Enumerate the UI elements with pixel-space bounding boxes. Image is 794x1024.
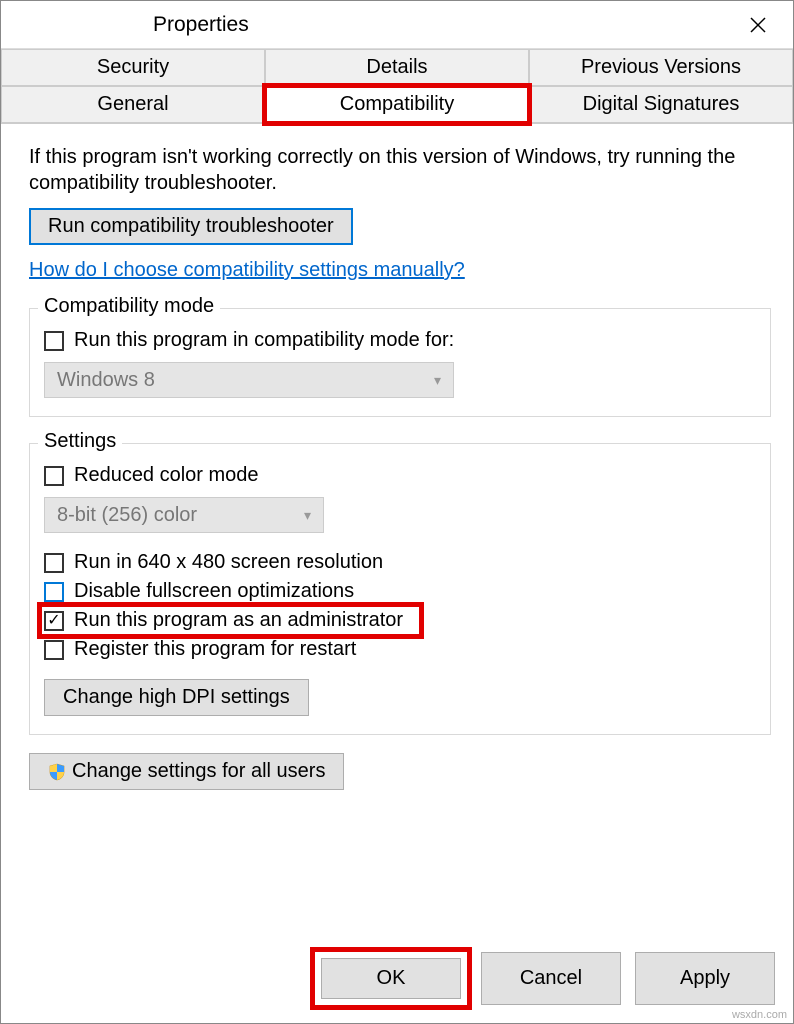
ok-button[interactable]: OK — [321, 958, 461, 999]
disable-fullscreen-label: Disable fullscreen optimizations — [74, 580, 354, 603]
apply-button[interactable]: Apply — [635, 952, 775, 1005]
settings-legend: Settings — [38, 430, 122, 453]
settings-group: Settings Reduced color mode 8-bit (256) … — [29, 443, 771, 735]
tab-details[interactable]: Details — [265, 49, 529, 86]
res-640-checkbox[interactable] — [44, 553, 64, 573]
ok-highlight: OK — [315, 952, 467, 1005]
dialog-footer: OK Cancel Apply — [315, 952, 775, 1005]
color-depth-value: 8-bit (256) color — [57, 504, 197, 527]
chevron-down-icon: ▾ — [434, 372, 441, 389]
close-button[interactable] — [735, 2, 781, 48]
reduced-color-checkbox[interactable] — [44, 466, 64, 486]
properties-dialog: Properties Security Details Previous Ver… — [0, 0, 794, 1024]
color-depth-combo[interactable]: 8-bit (256) color ▾ — [44, 497, 324, 533]
compat-mode-checkbox[interactable] — [44, 331, 64, 351]
tab-strip: Security Details Previous Versions Gener… — [1, 49, 793, 124]
watermark: wsxdn.com — [732, 1009, 787, 1021]
close-icon — [749, 16, 767, 34]
change-dpi-button[interactable]: Change high DPI settings — [44, 679, 309, 716]
tab-compatibility[interactable]: Compatibility — [265, 86, 529, 123]
run-troubleshooter-button[interactable]: Run compatibility troubleshooter — [29, 208, 353, 245]
run-as-admin-checkbox[interactable] — [44, 611, 64, 631]
disable-fullscreen-checkbox[interactable] — [44, 582, 64, 602]
cancel-button[interactable]: Cancel — [481, 952, 621, 1005]
compat-mode-combo[interactable]: Windows 8 ▾ — [44, 362, 454, 398]
compat-mode-label: Run this program in compatibility mode f… — [74, 329, 454, 352]
change-all-users-button[interactable]: Change settings for all users — [29, 753, 344, 790]
chevron-down-icon: ▾ — [304, 507, 311, 524]
help-link[interactable]: How do I choose compatibility settings m… — [29, 259, 465, 282]
tab-digital-signatures[interactable]: Digital Signatures — [529, 86, 793, 123]
titlebar: Properties — [1, 1, 793, 49]
tab-previous-versions[interactable]: Previous Versions — [529, 49, 793, 86]
tab-content: If this program isn't working correctly … — [1, 124, 793, 800]
window-title: Properties — [153, 13, 249, 37]
compat-mode-legend: Compatibility mode — [38, 295, 220, 318]
register-restart-checkbox[interactable] — [44, 640, 64, 660]
shield-icon — [48, 763, 66, 781]
intro-text: If this program isn't working correctly … — [29, 144, 771, 196]
reduced-color-label: Reduced color mode — [74, 464, 259, 487]
tab-security[interactable]: Security — [1, 49, 265, 86]
compatibility-mode-group: Compatibility mode Run this program in c… — [29, 308, 771, 417]
change-all-users-label: Change settings for all users — [72, 760, 325, 783]
res-640-label: Run in 640 x 480 screen resolution — [74, 551, 383, 574]
run-as-admin-label: Run this program as an administrator — [74, 609, 403, 632]
compat-mode-combo-value: Windows 8 — [57, 369, 155, 392]
tab-general[interactable]: General — [1, 86, 265, 123]
register-restart-label: Register this program for restart — [74, 638, 356, 661]
